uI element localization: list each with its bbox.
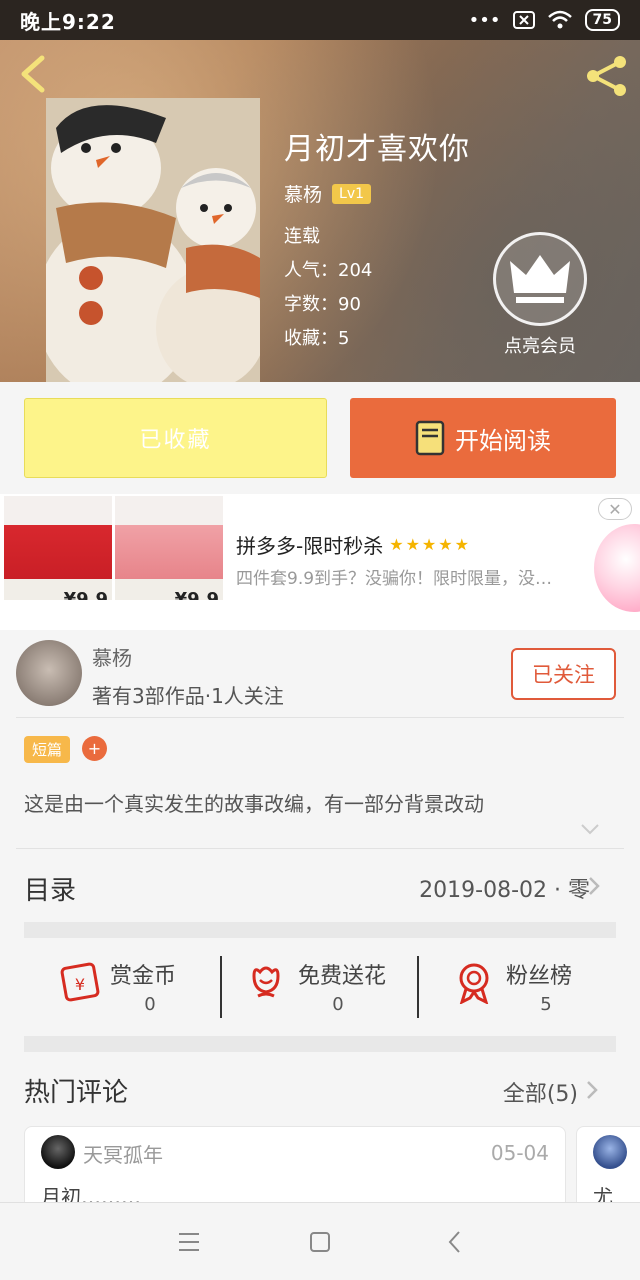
author-section-name[interactable]: 慕杨 [92,642,132,671]
chevron-right-icon[interactable] [586,1080,598,1100]
ad-price: ¥9.9 [63,589,108,600]
favorites-count: 收藏：5 [284,328,350,349]
author-name[interactable]: 慕杨 [284,180,322,207]
stat-divider [417,956,419,1018]
book-intro: 这是由一个真实发生的故事改编，有一部分背景改动 [24,792,484,816]
fan-ranking-value: 5 [540,994,552,1015]
share-icon[interactable] [584,54,630,98]
author-line: 慕杨 Lv1 [284,180,372,207]
comment-date: 05-04 [490,1141,549,1165]
serial-status: 连载 [284,226,320,247]
reward-coins-value: 0 [144,994,156,1015]
divider [16,717,624,718]
follow-button[interactable]: 已关注 [511,648,616,700]
section-separator [24,922,616,938]
author-stats: 著有3部作品·1人关注 [92,684,284,708]
more-dots-icon: ••• [468,9,501,31]
stat-divider [220,956,222,1018]
reward-coins-label: 赏金币 [110,964,177,989]
ad-title: 拼多多-限时秒杀 ★★★★★ [236,530,471,559]
snowman-cover-image [46,98,260,382]
crown-icon [510,255,570,303]
start-reading-label: 开始阅读 [455,426,551,455]
hot-comments-label: 热门评论 [24,1078,129,1108]
vip-crown-button[interactable] [493,232,587,326]
section-separator [24,1036,616,1052]
flower-icon [252,966,280,998]
medal-icon [459,963,489,1004]
commenter-avatar[interactable] [41,1135,75,1169]
divider [16,848,624,849]
ad-image-red-bedding: ¥9.9 [4,496,112,600]
commenter-name[interactable]: 天冥孤年 [83,1139,163,1168]
level-badge: Lv1 [332,183,372,204]
category-tag[interactable]: 短篇 [24,736,71,763]
book-cover[interactable] [46,98,260,382]
comment-card[interactable]: 尤 [576,1126,640,1212]
svg-text:¥: ¥ [75,975,85,994]
vip-label[interactable]: 点亮会员 [480,332,600,358]
free-flowers[interactable]: 免费送花 0 [246,952,436,1022]
book-icon [415,420,445,456]
back-arrow-icon[interactable] [16,54,50,94]
add-tag-button[interactable]: + [82,736,107,761]
ad-image-pink-bedding: ¥9.9 [115,496,223,600]
free-flowers-label: 免费送花 [298,964,387,989]
all-comments-link[interactable]: 全部(5) [503,1076,578,1108]
ad-description: 四件套9.9到手？没骗你！限时限量，没… [236,569,553,589]
ad-price: ¥9.9 [174,589,219,600]
ad-close-button[interactable]: ✕ [598,498,632,520]
red-envelope-icon: ¥ [60,962,100,1002]
word-count: 字数：90 [284,294,361,315]
action-bar: 已收藏 开始阅读 [0,382,640,494]
book-detail-page: 晚上9:22 ••• 75 月初才喜欢你 慕杨 Lv1 连载 人气：204 字数… [0,0,640,1280]
home-icon[interactable] [307,1229,333,1255]
chevron-down-icon[interactable] [580,822,600,836]
author-avatar[interactable] [16,640,82,706]
toc-label[interactable]: 目录 [24,870,76,907]
book-header: 月初才喜欢你 慕杨 Lv1 连载 人气：204 字数：90 收藏：5 点亮会员 [0,40,640,382]
ad-title-text: 拼多多-限时秒杀 [236,534,384,558]
system-nav-bar [0,1202,640,1280]
ad-banner[interactable]: ¥9.9 ¥9.9 拼多多-限时秒杀 ★★★★★ 四件套9.9到手？没骗你！限时… [0,494,640,630]
favorited-button[interactable]: 已收藏 [24,398,327,478]
sim-icon [512,11,535,29]
status-time: 晚上9:22 [20,9,116,34]
fan-ranking-label: 粉丝榜 [506,964,573,989]
back-nav-icon[interactable] [442,1229,468,1255]
commenter-avatar[interactable] [593,1135,627,1169]
wifi-icon [547,10,572,29]
book-title: 月初才喜欢你 [284,132,470,167]
author-section: 慕杨 著有3部作品·1人关注 已关注 [0,630,640,718]
status-bar: 晚上9:22 ••• 75 [0,0,640,40]
ad-cat-icon [594,524,640,612]
chevron-right-icon[interactable] [588,876,600,896]
comment-card[interactable]: 天冥孤年 05-04 月初……… [24,1126,566,1212]
start-reading-button[interactable]: 开始阅读 [350,398,616,478]
popularity-count: 人气：204 [284,260,373,281]
battery-icon: 75 [584,9,620,31]
toc-latest-chapter[interactable]: 2019-08-02 · 零 [419,872,590,904]
ad-rating-stars: ★★★★★ [389,535,471,554]
menu-icon[interactable] [176,1229,202,1255]
free-flowers-value: 0 [332,994,344,1015]
fan-ranking[interactable]: 粉丝榜 5 [454,952,640,1022]
status-icons: ••• 75 [469,9,620,31]
